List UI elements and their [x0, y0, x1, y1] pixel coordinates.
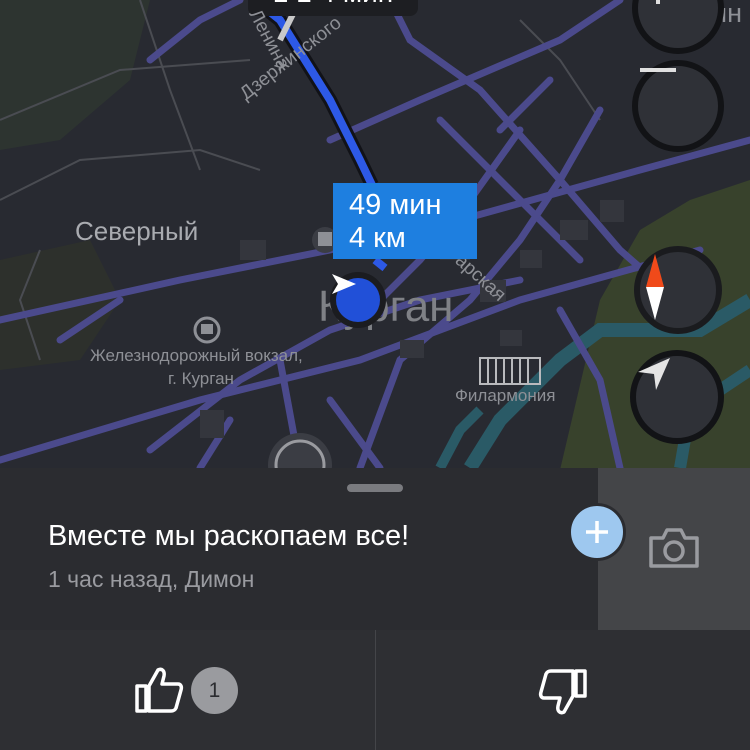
station-icon [193, 316, 221, 344]
zoom-out-button[interactable] [632, 60, 724, 152]
sheet-drag-handle[interactable] [347, 484, 403, 492]
compass-icon [646, 254, 664, 320]
station-label-line2: г. Курган [168, 369, 234, 388]
thumbs-down-icon [538, 669, 587, 715]
like-count-badge: 1 [191, 667, 238, 714]
district-label-severny: Северный [75, 216, 199, 246]
minus-icon [640, 68, 676, 72]
thumbs-up-icon [135, 667, 184, 713]
landmark-icon [268, 433, 332, 468]
route-distance: 4 км [349, 222, 406, 254]
comment-text: Вместе мы раскопаем все! [48, 520, 410, 552]
locate-arrow-icon [638, 358, 670, 390]
plus-icon [656, 0, 660, 4]
route-info-label[interactable]: 49 мин 4 км [333, 183, 477, 259]
navigation-arrow-icon [332, 274, 356, 294]
like-button[interactable] [0, 630, 375, 750]
map-view[interactable]: 1 1 4 мин Восточн Северный Курган Дзержи… [0, 0, 750, 468]
compass-button[interactable] [634, 246, 722, 334]
current-location-marker [330, 272, 386, 328]
camera-button[interactable] [598, 468, 750, 630]
station-label-line1: Железнодорожный вокзал, [90, 346, 303, 365]
camera-icon [649, 528, 699, 568]
route-time: 49 мин [349, 189, 442, 221]
poi-label-filarmoniya: Филармония [455, 386, 556, 405]
dislike-button[interactable] [376, 630, 750, 750]
locate-me-button[interactable] [630, 350, 724, 444]
add-button[interactable] [568, 503, 626, 561]
comment-meta: 1 час назад, Димон [48, 566, 255, 592]
plus-icon [586, 521, 608, 543]
